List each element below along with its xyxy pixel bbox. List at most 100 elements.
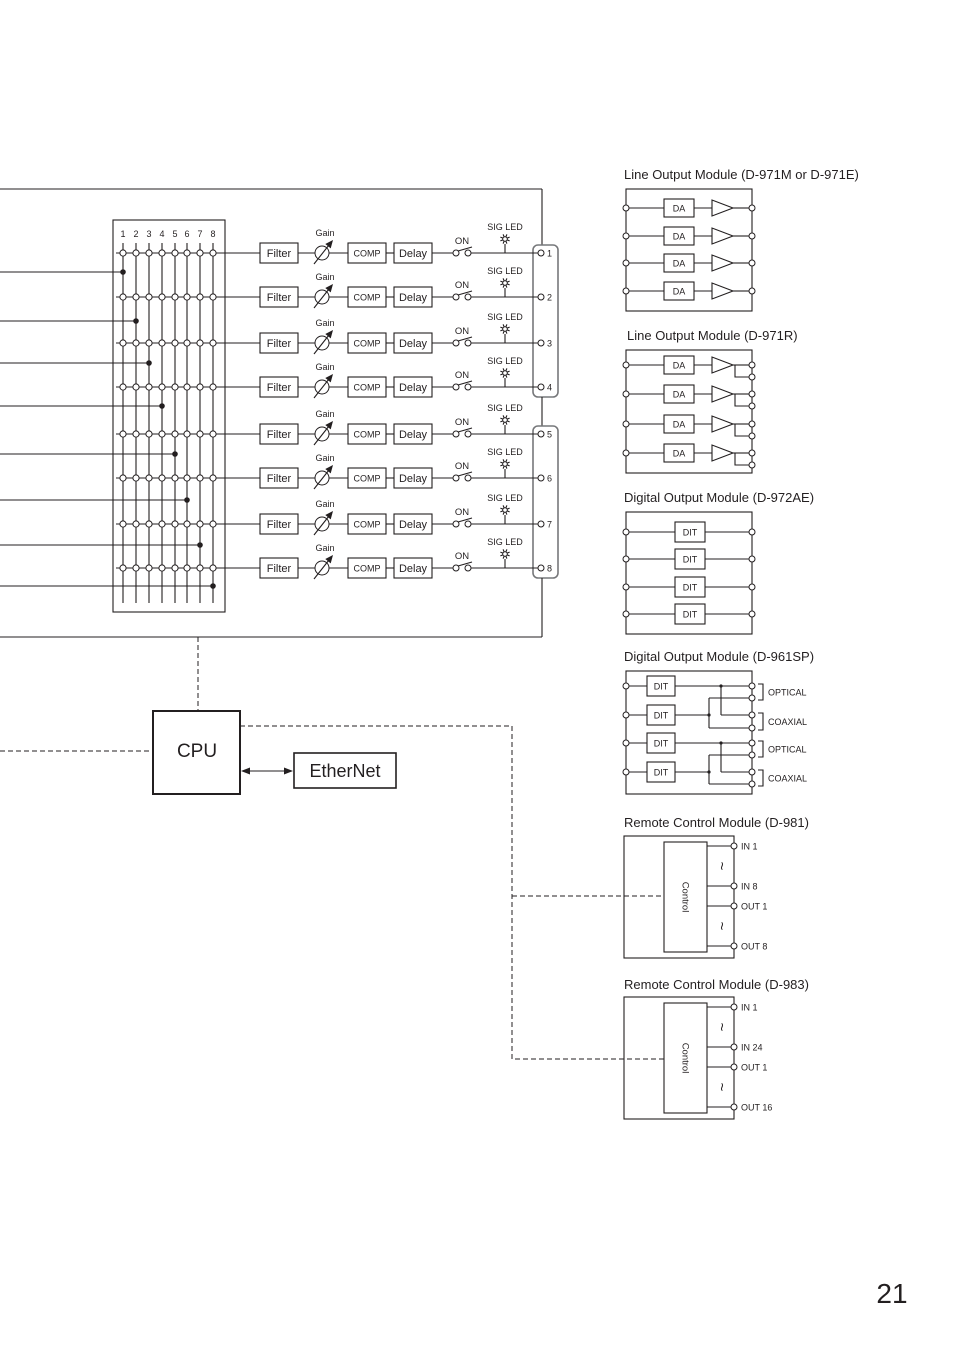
digital-output-module-d961sp: Digital Output Module (D-961SP) DIT DIT DIT… xyxy=(622,649,814,795)
dit-label: DIT xyxy=(683,610,698,620)
output-terminal xyxy=(748,528,756,536)
input-junction-dot xyxy=(197,542,203,548)
dit-label: DIT xyxy=(683,583,698,593)
crosspoint-node xyxy=(145,339,153,347)
output-terminal xyxy=(748,780,756,788)
input-junction-dot xyxy=(146,360,152,366)
output-terminal xyxy=(748,711,756,719)
connector-type-label: COAXIAL xyxy=(768,717,807,727)
da-label: DA xyxy=(673,361,686,371)
output-connector-bracket xyxy=(532,244,559,398)
output-terminal xyxy=(537,249,545,257)
module-frame xyxy=(625,670,753,795)
junction-dot xyxy=(707,770,711,774)
crosspoint-node xyxy=(171,339,179,347)
crosspoint-node xyxy=(196,474,204,482)
module-title: Digital Output Module (D-961SP) xyxy=(624,649,814,664)
comp-label: COMP xyxy=(354,474,381,484)
crosspoint-node xyxy=(119,520,127,528)
crosspoint-node xyxy=(209,293,217,301)
sig-led-icon-core xyxy=(502,326,508,332)
input-terminal xyxy=(622,528,630,536)
gain-label: Gain xyxy=(315,499,334,509)
crosspoint-node xyxy=(196,339,204,347)
terminal-label: OUT 8 xyxy=(741,942,767,952)
crosspoint-node xyxy=(119,249,127,257)
dit-label: DIT xyxy=(683,528,698,538)
switch-label: ON xyxy=(455,461,469,472)
connector-bracket xyxy=(758,769,764,787)
crosspoint-node xyxy=(132,383,140,391)
output-terminal xyxy=(748,682,756,690)
control-label: Control xyxy=(680,1043,691,1074)
terminal-label: OUT 1 xyxy=(741,902,767,912)
input-junction-dot xyxy=(172,451,178,457)
sig-led-icon-core xyxy=(502,236,508,242)
delay-label: Delay xyxy=(399,382,428,394)
switch-label: ON xyxy=(455,507,469,518)
amplifier-icon xyxy=(711,415,735,433)
crosspoint-node xyxy=(158,520,166,528)
crosspoint-node xyxy=(183,249,191,257)
gain-label: Gain xyxy=(315,318,334,328)
input-terminal xyxy=(622,555,630,563)
crosspoint-node xyxy=(196,293,204,301)
da-label: DA xyxy=(673,287,686,297)
range-tilde-icon: ~ xyxy=(713,1023,730,1032)
terminal-label: IN 8 xyxy=(741,882,758,892)
comp-label: COMP xyxy=(354,520,381,530)
input-terminal xyxy=(622,583,630,591)
page-number: 21 xyxy=(876,1278,907,1309)
crosspoint-node xyxy=(119,430,127,438)
sig-led-label: SIG LED xyxy=(487,312,523,322)
crosspoint-node xyxy=(132,339,140,347)
module-title: Remote Control Module (D-981) xyxy=(624,815,809,830)
output-terminal xyxy=(748,259,756,267)
output-connector-bracket xyxy=(532,425,559,579)
comp-label: COMP xyxy=(354,564,381,574)
filter-label: Filter xyxy=(267,519,292,531)
matrix-column-label: 6 xyxy=(184,229,189,239)
matrix-frame xyxy=(112,219,226,613)
delay-label: Delay xyxy=(399,563,428,575)
sig-led-label: SIG LED xyxy=(487,356,523,366)
input-terminal xyxy=(622,232,630,240)
input-terminal xyxy=(622,361,630,369)
crosspoint-node xyxy=(209,564,217,572)
arrow-right-icon xyxy=(284,767,293,775)
output-terminal xyxy=(537,520,545,528)
output-terminal xyxy=(748,724,756,732)
control-terminal xyxy=(730,1063,738,1071)
crosspoint-node xyxy=(145,293,153,301)
crosspoint-node xyxy=(209,383,217,391)
matrix-column-label: 8 xyxy=(210,229,215,239)
switch-contact xyxy=(464,520,472,528)
crosspoint-node xyxy=(171,383,179,391)
terminal-label: IN 1 xyxy=(741,842,758,852)
output-terminal xyxy=(748,583,756,591)
output-terminal xyxy=(748,390,756,398)
terminal-label: OUT 1 xyxy=(741,1063,767,1073)
switch-label: ON xyxy=(455,280,469,291)
crosspoint-matrix: 12345678 xyxy=(0,219,260,613)
sig-led-icon-core xyxy=(502,461,508,467)
control-label: Control xyxy=(680,882,691,913)
delay-label: Delay xyxy=(399,429,428,441)
terminal-label: IN 1 xyxy=(741,1003,758,1013)
input-junction-dot xyxy=(120,269,126,275)
switch-contact xyxy=(464,339,472,347)
crosspoint-node xyxy=(145,430,153,438)
balanced-output-line xyxy=(734,394,749,407)
crosspoint-node xyxy=(158,293,166,301)
crosspoint-node xyxy=(183,339,191,347)
output-terminal xyxy=(748,287,756,295)
output-terminal xyxy=(748,373,756,381)
switch-label: ON xyxy=(455,417,469,428)
module-title: Line Output Module (D-971R) xyxy=(627,328,798,343)
matrix-column-label: 5 xyxy=(172,229,177,239)
output-number: 3 xyxy=(547,339,552,349)
junction-dot xyxy=(719,684,723,688)
crosspoint-node xyxy=(132,293,140,301)
output-channel: Filter Gain COMP Delay ON SIG LED 8 xyxy=(259,537,552,580)
crosspoint-node xyxy=(158,474,166,482)
